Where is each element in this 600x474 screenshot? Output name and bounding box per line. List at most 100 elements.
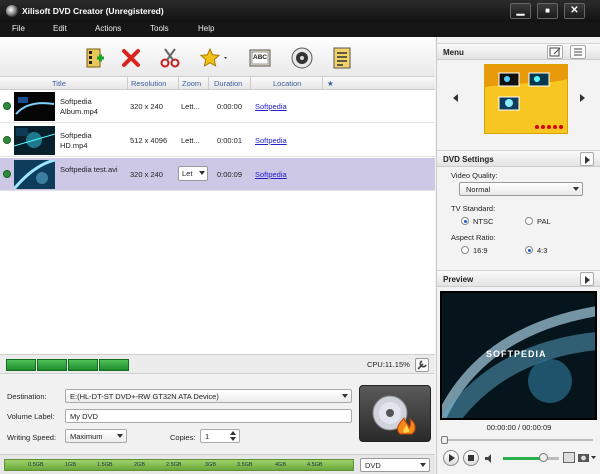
aspect-ratio-label: Aspect Ratio: [451,233,496,242]
snapshot-camera-icon[interactable] [578,452,596,463]
seek-handle[interactable] [441,436,448,444]
menu-template-button-1[interactable] [6,359,36,371]
stop-icon [468,455,474,461]
menu-template-button-2[interactable] [37,359,67,371]
row-zoom[interactable]: Lett... [181,136,200,145]
menu-list-icon[interactable] [570,45,586,59]
play-status-icon[interactable] [3,136,11,144]
video-quality-value: Normal [466,185,491,194]
delete-icon[interactable] [119,46,143,70]
add-file-icon[interactable] [82,46,106,70]
volume-slider[interactable] [503,453,559,462]
col-star-icon[interactable]: ★ [327,79,334,88]
volume-handle[interactable] [539,453,548,462]
chevron-down-icon [117,434,123,438]
ntsc-radio[interactable] [461,217,469,225]
zoom-select[interactable]: Let [178,166,208,181]
minimize-button[interactable]: ▁ [510,3,531,19]
close-button[interactable]: ✕ [564,3,585,19]
zoom-select-value: Let [182,169,193,178]
volume-label-input[interactable]: My DVD [65,409,352,423]
pal-radio[interactable] [525,217,533,225]
toolbar: ABC [0,37,435,77]
menu-template-button-4[interactable] [99,359,129,371]
menu-template-preview[interactable] [484,64,568,134]
maximize-button[interactable]: ■ [537,3,558,19]
menu-actions[interactable]: Actions [95,24,121,33]
row-duration: 0:00:09 [217,170,243,179]
tv-standard-label: TV Standard: [451,204,496,213]
video-thumbnail [14,160,55,189]
menu-section-header: Menu [437,43,600,60]
copies-stepper[interactable]: 1 [200,429,240,443]
disc-capacity-bar: 0.5GB 1GB 1.5GB 2GB 2.5GB 3GB 3.5GB 4GB … [0,454,435,474]
menu-edit[interactable]: Edit [53,24,67,33]
row-duration: 0:00:00 [217,102,243,111]
menu-file[interactable]: File [12,24,25,33]
menu-template-button-3[interactable] [68,359,98,371]
row-location-link[interactable]: Softpedia [255,136,287,145]
video-thumbnail [14,92,55,121]
seek-bar[interactable] [441,436,593,444]
aspect-43-radio[interactable] [525,246,533,254]
settings-wrench-icon[interactable] [415,358,429,372]
table-row[interactable]: Softpedia Album.mp4 320 x 240 Lett... 0:… [0,90,435,123]
video-preview: SOFTPEDIA [440,291,597,420]
row-location-link[interactable]: Softpedia [255,170,287,179]
capacity-tick: 4.5GB [307,462,323,468]
video-quality-label: Video Quality: [451,171,498,180]
cpu-usage: CPU:11.15% [367,360,410,369]
row-location-link[interactable]: Softpedia [255,102,287,111]
table-row[interactable]: Softpedia HD.mp4 512 x 4096 Lett... 0:00… [0,124,435,157]
title-bar: Xilisoft DVD Creator (Unregistered) ▁ ■ … [0,0,600,22]
writing-speed-select[interactable]: Maximum [65,429,127,443]
aspect-169-radio[interactable] [461,246,469,254]
fullscreen-icon[interactable] [563,452,575,463]
row-resolution: 320 x 240 [130,170,163,179]
menu-help[interactable]: Help [198,24,214,33]
cut-icon[interactable] [158,46,182,70]
previous-menu-icon[interactable] [453,94,458,102]
burn-button[interactable] [359,385,431,442]
writing-speed-label: Writing Speed: [7,433,57,442]
volume-icon[interactable] [485,454,495,463]
video-quality-select[interactable]: Normal [459,182,583,196]
audio-icon[interactable] [290,46,314,70]
next-menu-icon[interactable] [580,94,585,102]
col-location[interactable]: Location [273,79,301,88]
edit-menu-icon[interactable] [547,45,563,59]
expand-preview-icon[interactable] [580,272,594,286]
stop-button[interactable] [463,450,479,466]
row-title: Softpedia test.avi [60,165,118,174]
play-button[interactable] [443,450,459,466]
menu-bar: File Edit Actions Tools Help [0,22,600,37]
ntsc-label: NTSC [473,217,494,226]
chevron-down-icon[interactable] [230,437,236,441]
column-divider [208,77,209,90]
col-duration[interactable]: Duration [214,79,242,88]
capacity-tick: 3GB [205,462,217,468]
effects-icon[interactable] [199,46,231,70]
pal-label: PAL [537,217,551,226]
menu-tools[interactable]: Tools [150,24,169,33]
subtitle-icon[interactable]: ABC [248,46,272,70]
destination-select[interactable]: E:(HL-DT-ST DVD+-RW GT32N ATA Device) [65,389,352,403]
row-resolution: 512 x 4096 [130,136,168,145]
play-status-icon[interactable] [3,102,11,110]
chevron-down-icon [342,394,348,398]
chevron-up-icon[interactable] [230,431,236,435]
column-divider [322,77,323,90]
col-zoom[interactable]: Zoom [182,79,201,88]
disc-type-select[interactable]: DVD [360,458,430,472]
status-bar: CPU:11.15% [0,354,435,374]
row-zoom[interactable]: Lett... [181,102,200,111]
expand-settings-icon[interactable] [580,152,594,166]
col-title[interactable]: Title [52,79,66,88]
aspect-169-label: 16:9 [473,246,488,255]
destination-value: E:(HL-DT-ST DVD+-RW GT32N ATA Device) [70,392,219,401]
play-status-icon[interactable] [3,170,11,178]
properties-icon[interactable] [330,46,354,70]
col-resolution[interactable]: Resolution [131,79,166,88]
capacity-tick: 1GB [65,462,77,468]
table-row-selected[interactable]: Softpedia test.avi 320 x 240 Let 0:00:09… [0,158,435,191]
